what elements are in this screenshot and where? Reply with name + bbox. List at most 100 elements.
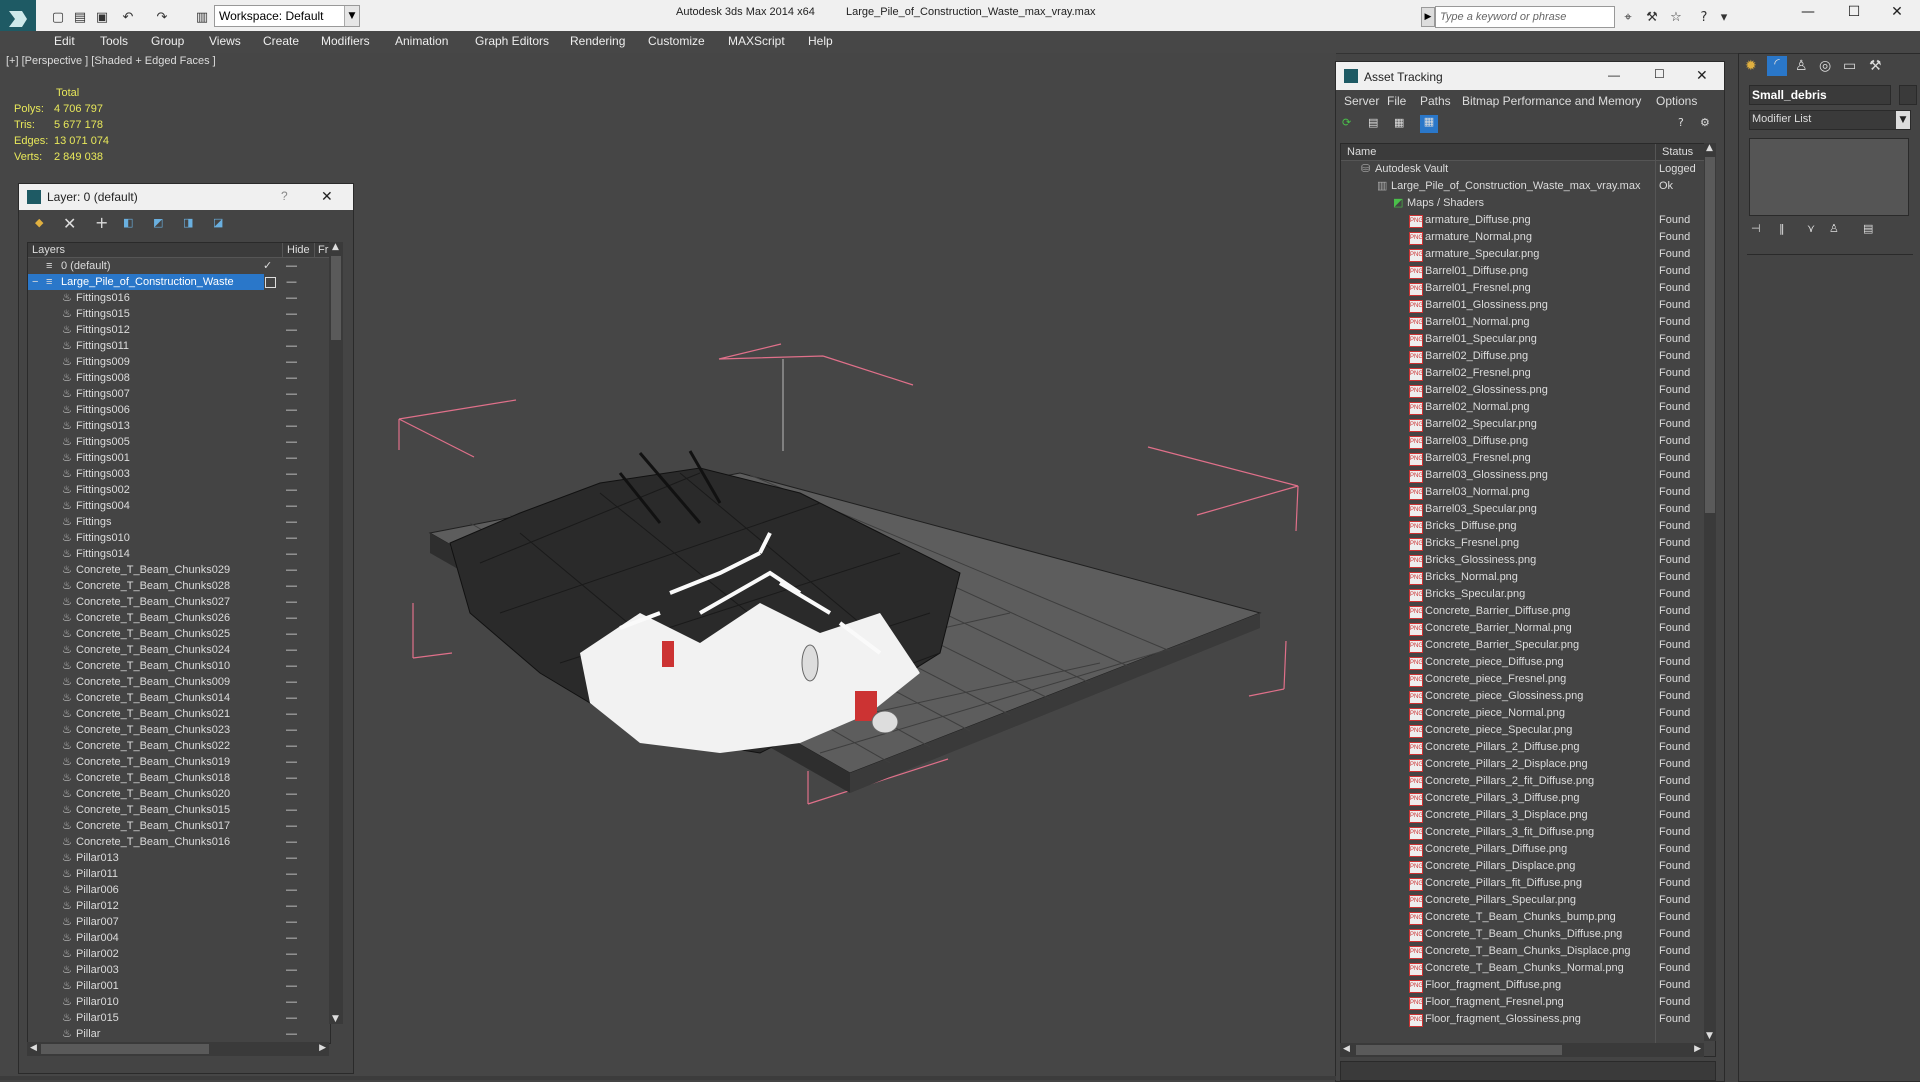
layer-object-row[interactable]: ♨ Fittings013 — [28,418,328,434]
object-hide-toggle[interactable]: — [286,962,297,978]
menu-edit[interactable]: Edit [54,34,75,48]
asset-path-field[interactable] [1340,1061,1716,1081]
layer-object-row[interactable]: ♨ Concrete_T_Beam_Chunks021 — [28,706,328,722]
asset-map-row[interactable]: PNG Concrete_Pillars_3_Diffuse.png Found [1341,790,1715,807]
search-input[interactable]: Type a keyword or phrase [1435,6,1615,28]
menu-maxscript[interactable]: MAXScript [728,34,785,48]
layer-object-row[interactable]: ♨ Fittings012 — [28,322,328,338]
layer-object-row[interactable]: ♨ Fittings — [28,514,328,530]
object-hide-toggle[interactable]: — [286,402,297,418]
layer-object-row[interactable]: ♨ Fittings005 — [28,434,328,450]
layer-object-row[interactable]: ♨ Fittings016 — [28,290,328,306]
asset-map-row[interactable]: PNG Concrete_Pillars_2_fit_Diffuse.png Fou… [1341,773,1715,790]
workspace-dropdown[interactable]: Workspace: Default ▼ [214,5,360,27]
object-hide-toggle[interactable]: — [286,674,297,690]
save-file-icon[interactable]: ▣ [92,7,112,27]
asset-map-row[interactable]: PNG Barrel02_Normal.png Found [1341,399,1715,416]
object-hide-toggle[interactable]: — [286,578,297,594]
asset-map-row[interactable]: PNG Concrete_piece_Diffuse.png Found [1341,654,1715,671]
column-name[interactable]: Name [1347,144,1376,160]
object-hide-toggle[interactable]: — [286,498,297,514]
asset-map-row[interactable]: PNG Barrel03_Fresnel.png Found [1341,450,1715,467]
settings-icon[interactable]: ⚙ [1700,116,1710,129]
display-tab-icon[interactable]: ▭ [1843,58,1856,74]
asset-map-row[interactable]: PNG Barrel03_Specular.png Found [1341,501,1715,518]
object-hide-toggle[interactable]: — [286,914,297,930]
asset-map-row[interactable]: PNG Barrel02_Glossiness.png Found [1341,382,1715,399]
object-hide-toggle[interactable]: — [286,946,297,962]
asset-close-icon[interactable]: ✕ [1696,67,1708,84]
layer-object-row[interactable]: ♨ Fittings003 — [28,466,328,482]
scroll-thumb[interactable] [331,256,341,340]
asset-map-row[interactable]: PNG Barrel01_Specular.png Found [1341,331,1715,348]
menu-help[interactable]: Help [808,34,833,48]
object-hide-toggle[interactable]: — [286,882,297,898]
object-hide-toggle[interactable]: — [286,594,297,610]
layer-object-row[interactable]: ♨ Pillar003 — [28,962,328,978]
asset-map-row[interactable]: PNG Barrel01_Fresnel.png Found [1341,280,1715,297]
asset-map-row[interactable]: PNG Concrete_piece_Fresnel.png Found [1341,671,1715,688]
close-icon[interactable]: ✕ [1874,0,1920,24]
asset-map-row[interactable]: PNG Bricks_Normal.png Found [1341,569,1715,586]
minimize-icon[interactable]: — [1785,0,1831,24]
asset-map-row[interactable]: PNG Concrete_T_Beam_Chunks_Diffuse.png Fou… [1341,926,1715,943]
object-hide-toggle[interactable]: — [286,818,297,834]
object-hide-toggle[interactable]: — [286,386,297,402]
asset-map-row[interactable]: PNG Barrel01_Diffuse.png Found [1341,263,1715,280]
object-hide-toggle[interactable]: — [286,850,297,866]
asset-minimize-icon[interactable]: — [1608,68,1620,82]
configure-sets-icon[interactable]: ▤ [1863,222,1873,235]
asset-map-row[interactable]: PNG Concrete_Pillars_Specular.png Found [1341,892,1715,909]
menu-customize[interactable]: Customize [648,34,705,48]
asset-map-row[interactable]: PNG armature_Specular.png Found [1341,246,1715,263]
layer-object-row[interactable]: ♨ Fittings007 — [28,386,328,402]
object-hide-toggle[interactable]: — [286,658,297,674]
star-icon[interactable]: ☆ [1666,7,1686,27]
object-hide-toggle[interactable]: — [286,546,297,562]
undo-icon[interactable]: ↶ [118,7,138,27]
layer-object-row[interactable]: ♨ Concrete_T_Beam_Chunks025 — [28,626,328,642]
layer-close-icon[interactable]: ✕ [321,188,333,205]
asset-map-row[interactable]: PNG Bricks_Fresnel.png Found [1341,535,1715,552]
object-hide-toggle[interactable]: — [286,1010,297,1026]
layer-list-scrollbar[interactable]: ▲ ▼ [329,242,343,1024]
layer-object-row[interactable]: ♨ Pillar — [28,1026,328,1042]
modify-tab-icon[interactable]: ◜ [1767,56,1787,76]
asset-table-hscrollbar[interactable]: ◀ ▶ [1340,1043,1704,1057]
asset-map-row[interactable]: PNG Concrete_piece_Glossiness.png Found [1341,688,1715,705]
layer-help-button[interactable]: ? [281,189,288,203]
asset-menu-paths[interactable]: Paths [1420,94,1451,108]
layer-object-row[interactable]: ♨ Fittings014 — [28,546,328,562]
asset-menu-file[interactable]: File [1387,94,1406,108]
layer-hide-toggle[interactable]: — [286,274,297,290]
table-view-icon[interactable]: ▦ [1420,115,1438,133]
layer-object-row[interactable]: ♨ Pillar007 — [28,914,328,930]
pin-stack-icon[interactable]: ⊣ [1751,222,1761,235]
asset-map-row[interactable]: PNG Concrete_Barrier_Specular.png Found [1341,637,1715,654]
scroll-left-icon[interactable]: ◀ [30,1043,37,1053]
layer-object-row[interactable]: ♨ Concrete_T_Beam_Chunks028 — [28,578,328,594]
layer-object-row[interactable]: ♨ Fittings010 — [28,530,328,546]
object-hide-toggle[interactable]: — [286,738,297,754]
asset-map-row[interactable]: PNG Concrete_Barrier_Normal.png Found [1341,620,1715,637]
asset-map-row[interactable]: PNG armature_Diffuse.png Found [1341,212,1715,229]
new-file-icon[interactable]: ▢ [48,7,68,27]
column-layers[interactable]: Layers [32,243,65,257]
layer-object-row[interactable]: ♨ Pillar011 — [28,866,328,882]
hscroll-thumb[interactable] [1356,1045,1562,1055]
menu-rendering[interactable]: Rendering [570,34,625,48]
menu-views[interactable]: Views [209,34,241,48]
column-status[interactable]: Status [1655,144,1702,160]
object-hide-toggle[interactable]: — [286,994,297,1010]
layer-object-row[interactable]: ♨ Fittings004 — [28,498,328,514]
layer-object-row[interactable]: ♨ Fittings006 — [28,402,328,418]
object-hide-toggle[interactable]: — [286,898,297,914]
modifier-list-dropdown[interactable]: Modifier List ▼ [1749,110,1911,130]
communication-center-icon[interactable]: ⚒ [1642,7,1662,27]
hscroll-thumb[interactable] [41,1044,209,1054]
column-hide[interactable]: Hide [282,243,310,257]
layer-object-row[interactable]: ♨ Pillar010 — [28,994,328,1010]
object-hide-toggle[interactable]: — [286,754,297,770]
asset-map-row[interactable]: PNG Concrete_Pillars_3_fit_Diffuse.png Fou… [1341,824,1715,841]
object-hide-toggle[interactable]: — [286,466,297,482]
